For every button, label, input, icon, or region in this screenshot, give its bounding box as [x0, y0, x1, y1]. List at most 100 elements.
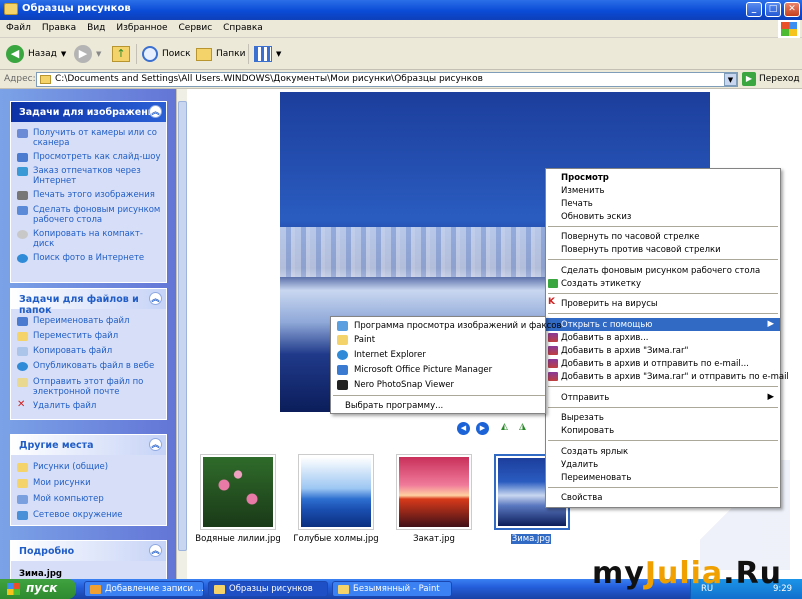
place-my-computer[interactable]: Мой компьютер: [17, 494, 163, 504]
ctx-create-shortcut[interactable]: Создать ярлык: [546, 445, 780, 458]
views-button[interactable]: ▼: [254, 43, 281, 65]
chevron-down-icon[interactable]: ▼: [96, 50, 101, 58]
title-bar[interactable]: Образцы рисунков _ □ ✕: [0, 0, 802, 20]
address-input[interactable]: C:\Documents and Settings\All Users.WIND…: [36, 72, 738, 87]
close-button[interactable]: ✕: [784, 2, 800, 17]
ctx-archive-email[interactable]: Добавить в архив и отправить по e-mail..…: [546, 357, 780, 370]
ctx-scan-virus[interactable]: K Проверить на вирусы: [546, 297, 780, 310]
task-search-photos[interactable]: Поиск фото в Интернете: [17, 253, 163, 263]
ctx-set-wallpaper[interactable]: Сделать фоновым рисунком рабочего стола: [546, 264, 780, 277]
task-move-file[interactable]: Переместить файл: [17, 331, 163, 341]
collapse-icon[interactable]: ︽: [149, 292, 162, 305]
image-viewer-icon: [337, 321, 348, 331]
task-rename-file[interactable]: Переименовать файл: [17, 316, 163, 326]
menu-file[interactable]: Файл: [0, 20, 36, 33]
menu-tools[interactable]: Сервис: [173, 20, 218, 33]
scrollbar-thumb[interactable]: [178, 101, 187, 551]
thumbnail-label: Голубые холмы.jpg: [293, 534, 379, 544]
menu-favorites[interactable]: Избранное: [110, 20, 172, 33]
ctx-cut[interactable]: Вырезать: [546, 411, 780, 424]
maximize-button[interactable]: □: [765, 2, 781, 17]
task-set-wallpaper[interactable]: Сделать фоновым рисунком рабочего стола: [17, 205, 163, 225]
task-pane: Задачи для изображений ︽ Получить от каме…: [0, 89, 176, 580]
menu-edit[interactable]: Правка: [36, 20, 81, 33]
ctx-archive-rar-email[interactable]: Добавить в архив "Зима.rar" и отправить …: [546, 370, 789, 383]
ctx-refresh-thumbnail[interactable]: Обновить эскиз: [546, 210, 780, 223]
image-tasks-header[interactable]: Задачи для изображений ︽: [11, 102, 166, 122]
task-email-file[interactable]: Отправить этот файл по электронной почте: [17, 377, 163, 397]
task-pane-scrollbar[interactable]: [176, 89, 187, 579]
collapse-icon[interactable]: ︽: [149, 438, 162, 451]
menu-item-label: Добавить в архив "Зима.rar" и отправить …: [561, 372, 789, 382]
place-shared-pictures[interactable]: Рисунки (общие): [17, 462, 163, 472]
ctx-rename[interactable]: Переименовать: [546, 471, 780, 484]
choose-program[interactable]: Выбрать программу...: [331, 399, 545, 413]
thumbnail-label: Водяные лилии.jpg: [195, 534, 281, 544]
task-print[interactable]: Печать этого изображения: [17, 190, 163, 200]
app-nero-photosnap[interactable]: Nero PhotoSnap Viewer: [331, 378, 545, 392]
watermark-prefix: my: [592, 556, 645, 591]
other-places-header[interactable]: Другие места ︽: [11, 435, 166, 455]
thumbnail-water-lilies[interactable]: [200, 454, 276, 530]
back-button[interactable]: ◀ Назад ▼: [6, 43, 66, 65]
place-my-pictures[interactable]: Мои рисунки: [17, 478, 163, 488]
collapse-icon[interactable]: ︽: [149, 105, 162, 118]
ctx-send-to[interactable]: Отправить ▶: [546, 391, 780, 404]
app-internet-explorer[interactable]: Internet Explorer: [331, 348, 545, 362]
file-tasks-header[interactable]: Задачи для файлов и папок ︽: [11, 289, 166, 316]
minimize-button[interactable]: _: [746, 2, 762, 17]
task-publish-web[interactable]: Опубликовать файл в вебе: [17, 361, 163, 371]
windows-flag-icon: [781, 22, 797, 36]
task-label: Поиск фото в Интернете: [33, 253, 145, 263]
ctx-properties[interactable]: Свойства: [546, 491, 780, 504]
menu-item-label: Добавить в архив...: [561, 333, 649, 343]
task-slideshow[interactable]: Просмотреть как слайд-шоу: [17, 152, 163, 162]
ctx-edit[interactable]: Изменить: [546, 184, 780, 197]
ctx-preview[interactable]: Просмотр: [546, 171, 780, 184]
ctx-add-archive[interactable]: Добавить в архив...: [546, 331, 780, 344]
app-picture-manager[interactable]: Microsoft Office Picture Manager: [331, 363, 545, 377]
ctx-rotate-ccw[interactable]: Повернуть против часовой стрелки: [546, 243, 780, 256]
up-folder-button[interactable]: ↑: [112, 43, 130, 65]
chevron-down-icon[interactable]: ▼: [276, 50, 281, 58]
ctx-print[interactable]: Печать: [546, 197, 780, 210]
thumbnail-sunset[interactable]: [396, 454, 472, 530]
menu-item-label: Internet Explorer: [354, 350, 426, 360]
taskbar-button-explorer[interactable]: Образцы рисунков: [208, 581, 328, 597]
ctx-rotate-cw[interactable]: Повернуть по часовой стрелке: [546, 230, 780, 243]
address-dropdown-button[interactable]: ▼: [724, 73, 737, 86]
ctx-create-label[interactable]: Создать этикетку: [546, 277, 780, 290]
thumbnail-blue-hills[interactable]: [298, 454, 374, 530]
menu-help[interactable]: Справка: [217, 20, 268, 33]
ctx-open-with[interactable]: Открыть с помощью ▶: [546, 318, 780, 331]
menu-separator: [333, 395, 545, 396]
start-button[interactable]: пуск: [0, 579, 76, 599]
rotate-clockwise-icon[interactable]: ◭: [501, 422, 513, 434]
previous-image-icon[interactable]: ◀: [457, 422, 470, 435]
chevron-down-icon[interactable]: ▼: [61, 50, 66, 58]
task-order-prints[interactable]: Заказ отпечатков через Интернет: [17, 166, 163, 186]
collapse-icon[interactable]: ︽: [149, 544, 162, 557]
place-network[interactable]: Сетевое окружение: [17, 510, 163, 520]
next-image-icon[interactable]: ▶: [476, 422, 489, 435]
rotate-counterclockwise-icon[interactable]: ◮: [519, 422, 531, 434]
go-button[interactable]: ▶ Переход: [742, 72, 800, 86]
toolbar-separator: [136, 44, 137, 64]
ctx-delete[interactable]: Удалить: [546, 458, 780, 471]
taskbar-button-paint[interactable]: Безымянный - Paint: [332, 581, 452, 597]
details-header[interactable]: Подробно ︽: [11, 541, 166, 561]
app-image-viewer[interactable]: Программа просмотра изображений и факсов: [331, 319, 562, 333]
taskbar-button-blog[interactable]: Добавление записи ...: [84, 581, 204, 597]
app-paint[interactable]: Paint: [331, 333, 545, 347]
menu-view[interactable]: Вид: [81, 20, 110, 33]
task-delete-file[interactable]: ✕ Удалить файл: [17, 400, 163, 412]
forward-button[interactable]: ▶ ▼: [74, 43, 101, 65]
folders-button[interactable]: Папки: [196, 43, 245, 65]
ctx-add-archive-rar[interactable]: Добавить в архив "Зима.rar": [546, 344, 780, 357]
task-copy-to-cd[interactable]: Копировать на компакт-диск: [17, 229, 163, 249]
ctx-copy[interactable]: Копировать: [546, 424, 780, 437]
task-get-from-camera[interactable]: Получить от камеры или со сканера: [17, 128, 163, 148]
search-button[interactable]: Поиск: [142, 43, 191, 65]
address-value: C:\Documents and Settings\All Users.WIND…: [55, 74, 483, 84]
task-copy-file[interactable]: Копировать файл: [17, 346, 163, 356]
